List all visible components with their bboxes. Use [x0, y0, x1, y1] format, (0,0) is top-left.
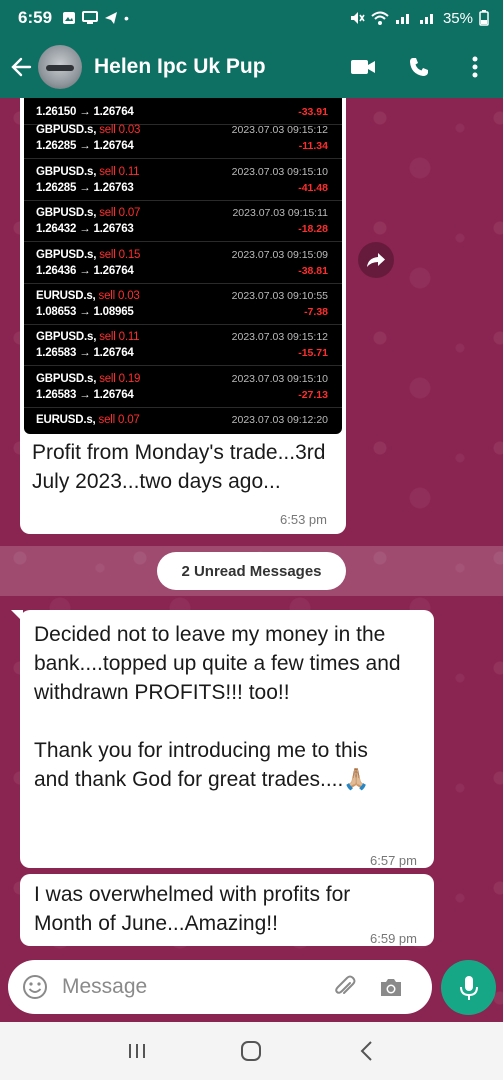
menu-button[interactable]: [447, 36, 503, 98]
telegram-icon: [105, 12, 118, 24]
system-icons: 35%: [349, 10, 489, 27]
dot-icon: •: [124, 10, 129, 26]
signal-icon: [395, 14, 409, 24]
attach-button[interactable]: [322, 960, 368, 1014]
message-text: I was overwhelmed with profits for Month…: [34, 883, 351, 935]
message-bubble[interactable]: I was overwhelmed with profits for Month…: [20, 874, 434, 946]
contact-avatar[interactable]: [38, 45, 82, 89]
message-time: 6:59 pm: [370, 931, 417, 946]
emoji-button[interactable]: [8, 960, 62, 1014]
video-call-button[interactable]: [335, 36, 391, 98]
message-text: Thank you for introducing me to this and…: [34, 739, 370, 791]
trade-screenshot[interactable]: 1.26150 → 1.26764 -33.91 GBPUSD.s, sell …: [24, 98, 342, 434]
home-icon: [241, 1041, 262, 1061]
message-time: 6:53 pm: [280, 512, 327, 527]
emoji-icon: [23, 975, 47, 999]
screen-icon: [82, 11, 99, 24]
mute-icon: [350, 12, 365, 24]
trade-row: EURUSD.s, sell 0.07 2023.07.03 09:12:20: [36, 414, 328, 426]
contact-name[interactable]: Helen Ipc Uk Pup: [94, 55, 335, 79]
trade-row: GBPUSD.s, sell 0.07 1.26432 → 1.26763 20…: [24, 201, 342, 242]
voice-call-button[interactable]: [391, 36, 447, 98]
wifi-icon: [371, 11, 389, 25]
trade-row: GBPUSD.s, sell 0.11 1.26583 → 1.26764 20…: [24, 325, 342, 366]
more-vertical-icon: [472, 56, 478, 78]
signal-icon-2: [419, 14, 433, 24]
recents-icon: [129, 1044, 146, 1058]
message-time: 6:57 pm: [370, 853, 417, 868]
forward-icon: [367, 253, 385, 267]
message-text: Decided not to leave my money in the ban…: [34, 623, 401, 704]
unread-messages-badge: 2 Unread Messages: [157, 552, 346, 590]
trade-row: GBPUSD.s, sell 0.11 1.26285 → 1.26763 20…: [24, 160, 342, 201]
home-button[interactable]: [231, 1031, 271, 1071]
video-camera-icon: [351, 60, 375, 74]
image-message[interactable]: 1.26150 → 1.26764 -33.91 GBPUSD.s, sell …: [20, 98, 346, 534]
paperclip-icon: [335, 975, 356, 994]
notification-icons: •: [62, 10, 129, 26]
image-caption: Profit from Monday's trade...3rd July 20…: [32, 441, 326, 493]
message-bubble[interactable]: Decided not to leave my money in the ban…: [11, 610, 434, 868]
chat-header: Helen Ipc Uk Pup: [0, 36, 503, 98]
camera-icon: [381, 979, 401, 996]
microphone-icon: [459, 975, 478, 1000]
message-input[interactable]: [62, 975, 322, 999]
recents-button[interactable]: [117, 1031, 157, 1071]
back-button[interactable]: [4, 36, 38, 98]
back-arrow-icon: [11, 57, 32, 77]
trade-row: GBPUSD.s, sell 0.15 1.26436 → 1.26764 20…: [24, 243, 342, 284]
trade-row: EURUSD.s, sell 0.03 1.08653 → 1.08965 20…: [24, 284, 342, 325]
forward-button[interactable]: [358, 242, 394, 278]
chevron-left-icon: [360, 1041, 372, 1061]
gallery-icon: [63, 12, 76, 24]
battery-text: 35%: [442, 9, 473, 27]
phone-icon: [410, 58, 428, 76]
battery-icon: [479, 10, 489, 26]
back-nav-button[interactable]: [346, 1031, 386, 1071]
trade-row: GBPUSD.s, sell 0.19 1.26583 → 1.26764 20…: [24, 367, 342, 408]
system-navigation-bar: [0, 1022, 503, 1080]
trade-row: GBPUSD.s, sell 0.03 1.26285 → 1.26764 20…: [24, 118, 342, 159]
status-time: 6:59: [18, 8, 53, 27]
message-composer: [8, 960, 432, 1014]
status-bar: 6:59 • 35%: [0, 0, 503, 36]
chat-area[interactable]: 1.26150 → 1.26764 -33.91 GBPUSD.s, sell …: [0, 98, 503, 1022]
voice-message-button[interactable]: [441, 960, 496, 1015]
camera-button[interactable]: [368, 960, 414, 1014]
